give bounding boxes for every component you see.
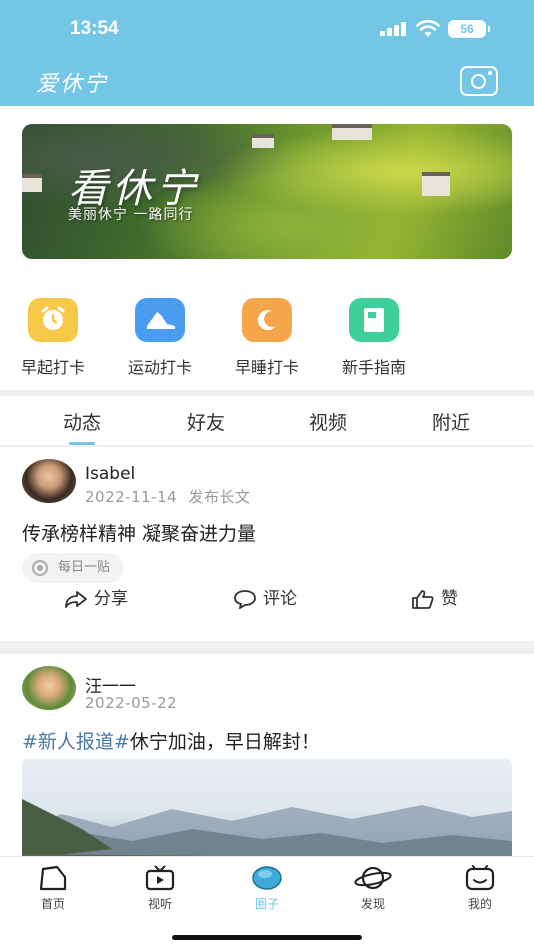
comment-icon xyxy=(234,590,256,609)
post-text[interactable]: #新人报道#休宁加油，早日解封！ xyxy=(22,727,320,754)
tab-dynamic[interactable]: 动态 xyxy=(42,408,122,445)
quick-action-label: 新手指南 xyxy=(341,358,406,377)
quick-action-exercise[interactable]: 运动打卡 xyxy=(105,298,215,378)
alarm-clock-icon xyxy=(28,298,78,342)
like-button[interactable]: 赞 xyxy=(411,587,481,611)
camera-icon[interactable] xyxy=(460,66,498,96)
quick-action-early-rise[interactable]: 早起打卡 xyxy=(0,298,108,378)
post-card[interactable]: Isabel 2022-11-14 发布长文 传承榜样精神 凝聚奋进力量 每日一… xyxy=(0,447,534,641)
cellular-signal-icon xyxy=(380,22,408,36)
banner[interactable]: 看休宁 美丽休宁 一路同行 xyxy=(22,124,512,259)
post-date: 2022-05-22 xyxy=(85,694,178,712)
comment-label: 评论 xyxy=(263,589,297,609)
home-indicator xyxy=(172,935,362,940)
avatar[interactable] xyxy=(22,666,76,710)
post-hashtag[interactable]: #新人报道# xyxy=(22,731,130,753)
quick-action-guide[interactable]: 新手指南 xyxy=(319,298,429,378)
nav-item-profile[interactable]: 我的 xyxy=(440,865,520,912)
post-author[interactable]: Isabel xyxy=(85,464,135,484)
quick-action-label: 运动打卡 xyxy=(127,358,192,377)
tab-nearby[interactable]: 附近 xyxy=(411,408,491,435)
comment-button[interactable]: 评论 xyxy=(233,587,313,611)
share-label: 分享 xyxy=(94,589,128,609)
post-meta: 2022-11-14 发布长文 xyxy=(85,486,250,507)
nav-item-home[interactable]: 首页 xyxy=(13,865,93,912)
moon-icon xyxy=(242,298,292,342)
home-icon xyxy=(39,865,67,891)
nav-label: 首页 xyxy=(40,897,65,911)
share-button[interactable]: 分享 xyxy=(64,587,144,611)
app-header: 13:54 56 爱休宁 xyxy=(0,0,534,106)
app-title: 爱休宁 xyxy=(36,72,109,97)
nav-label: 圈子 xyxy=(254,897,279,911)
post-card[interactable]: 汪一一 2022-05-22 #新人报道#休宁加油，早日解封！ xyxy=(0,654,534,879)
nav-item-media[interactable]: 视听 xyxy=(120,865,200,912)
status-time: 13:54 xyxy=(70,18,119,39)
banner-subtitle: 美丽休宁 一路同行 xyxy=(68,207,194,223)
post-tag[interactable]: 每日一贴 xyxy=(22,553,125,583)
circle-icon xyxy=(252,866,282,890)
post-date: 2022-11-14 xyxy=(85,488,178,506)
nav-item-circle[interactable]: 圈子 xyxy=(227,865,307,912)
post-type: 发布长文 xyxy=(188,488,251,506)
share-icon xyxy=(65,591,87,608)
quick-action-label: 早睡打卡 xyxy=(234,358,299,377)
tab-video[interactable]: 视频 xyxy=(288,408,368,435)
smiley-icon xyxy=(465,865,495,891)
tv-icon xyxy=(145,865,175,891)
like-label: 赞 xyxy=(441,589,458,609)
status-bar: 13:54 56 xyxy=(0,0,534,56)
sneaker-icon xyxy=(135,298,185,342)
tab-friends[interactable]: 好友 xyxy=(166,408,246,435)
post-tag-label: 每日一贴 xyxy=(58,560,111,575)
post-text[interactable]: 传承榜样精神 凝聚奋进力量 xyxy=(22,519,256,546)
feed-tabs: 动态 好友 视频 附近 xyxy=(0,396,534,446)
battery-indicator: 56 xyxy=(448,20,490,38)
nav-label: 我的 xyxy=(467,897,492,911)
book-icon xyxy=(349,298,399,342)
avatar[interactable] xyxy=(22,459,76,503)
nav-label: 发现 xyxy=(360,897,385,911)
quick-action-early-sleep[interactable]: 早睡打卡 xyxy=(212,298,322,378)
post-body: 休宁加油，早日解封！ xyxy=(129,731,320,753)
top-section: 看休宁 美丽休宁 一路同行 早起打卡 运动打卡 早睡打卡 新手指南 xyxy=(0,106,534,390)
nav-item-discover[interactable]: 发现 xyxy=(333,865,413,912)
target-icon xyxy=(32,560,48,576)
nav-label: 视听 xyxy=(147,897,172,911)
thumbs-up-icon xyxy=(412,590,434,609)
planet-icon xyxy=(354,866,392,890)
quick-action-label: 早起打卡 xyxy=(20,358,85,377)
wifi-icon xyxy=(416,20,440,37)
